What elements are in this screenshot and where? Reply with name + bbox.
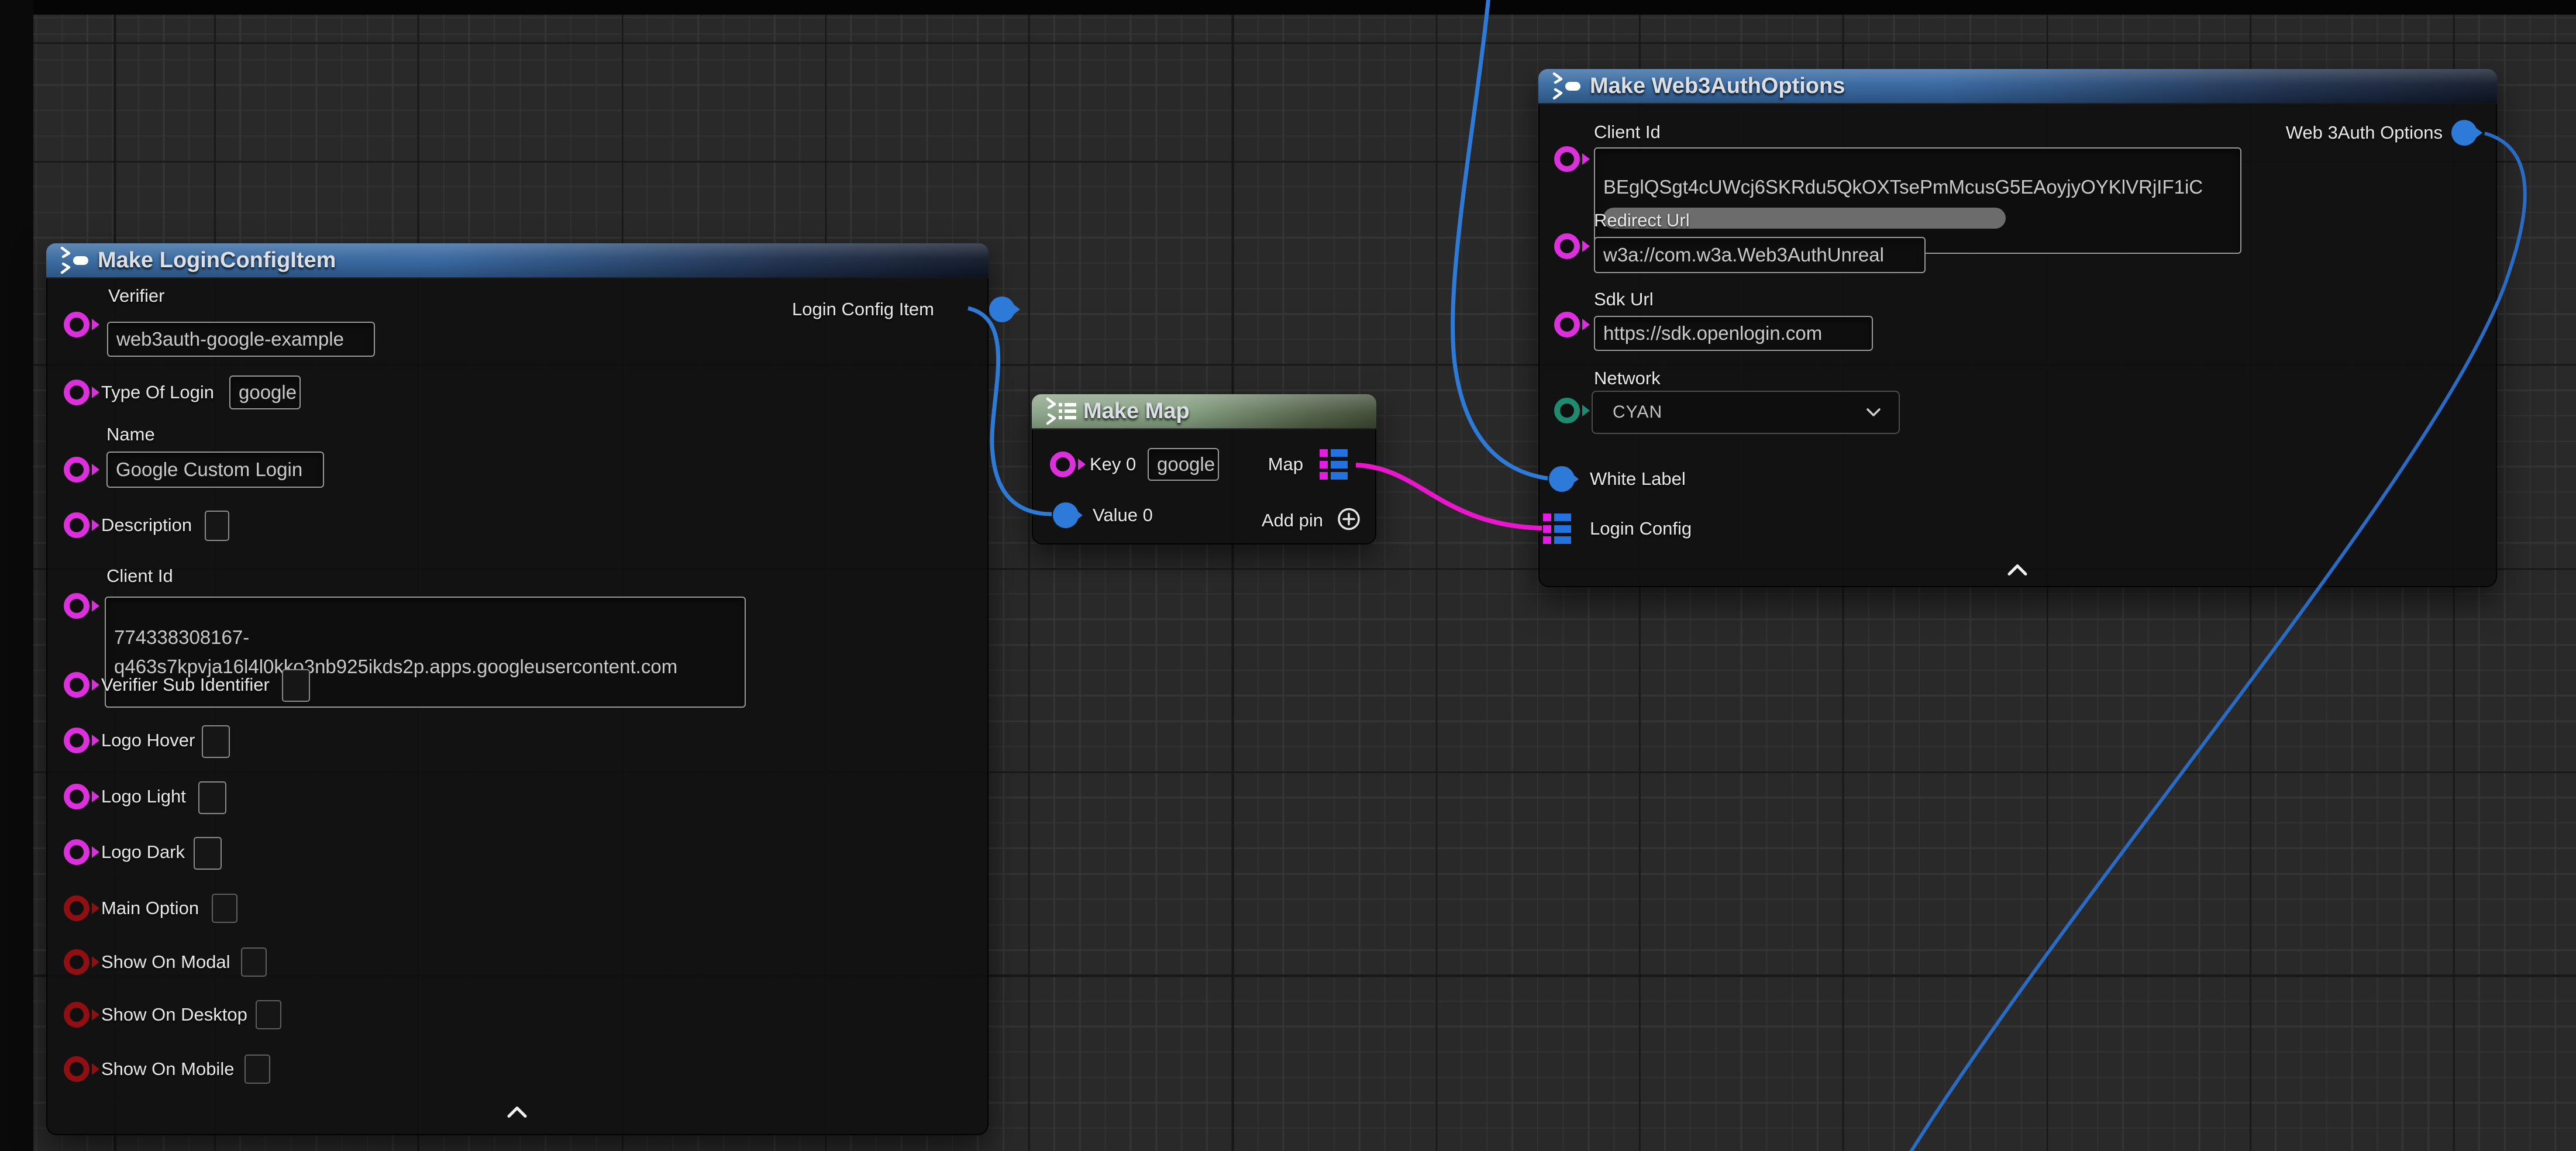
node-title: Make LoginConfigItem xyxy=(98,243,336,277)
input-pin-verifier-sub-identifier[interactable] xyxy=(64,672,89,698)
input-pin-name[interactable] xyxy=(64,457,89,483)
input-pin-sdk-url[interactable] xyxy=(1554,312,1580,337)
description-field-empty[interactable] xyxy=(205,511,229,541)
type-of-login-field[interactable]: google xyxy=(229,375,301,409)
pin-label-show-on-desktop: Show On Desktop xyxy=(101,1004,247,1025)
sdk-url-field[interactable]: https://sdk.openlogin.com xyxy=(1594,316,1873,351)
pin-label-sdk-url: Sdk Url xyxy=(1594,289,1654,310)
name-field[interactable]: Google Custom Login xyxy=(106,452,324,488)
add-pin-icon[interactable] xyxy=(1335,505,1363,536)
pin-label-value-0: Value 0 xyxy=(1093,505,1153,526)
collapse-caret-icon[interactable] xyxy=(504,1105,530,1122)
output-pin-web3auth-options[interactable] xyxy=(2451,120,2477,146)
input-pin-logo-hover[interactable] xyxy=(64,728,89,753)
pin-label-white-label: White Label xyxy=(1590,468,1686,490)
logo-light-field-empty[interactable] xyxy=(198,781,226,814)
pin-label-verifier: Verifier xyxy=(108,285,164,306)
verifier-field[interactable]: web3auth-google-example xyxy=(107,322,375,357)
node-header[interactable]: Make Map xyxy=(1032,394,1376,429)
make-struct-icon xyxy=(58,245,91,278)
input-pin-type-of-login[interactable] xyxy=(64,380,89,405)
input-pin-key-0[interactable] xyxy=(1050,452,1076,477)
redirect-url-field[interactable]: w3a://com.w3a.Web3AuthUnreal xyxy=(1594,237,1926,273)
output-pin-map[interactable] xyxy=(1320,449,1348,480)
input-pin-show-on-desktop[interactable] xyxy=(64,1002,89,1028)
input-pin-login-config[interactable] xyxy=(1543,514,1571,544)
pin-label-show-on-mobile: Show On Mobile xyxy=(101,1059,234,1080)
output-pin-label: Login Config Item xyxy=(792,299,934,320)
add-pin-label: Add pin xyxy=(1262,510,1323,531)
input-pin-client-id[interactable] xyxy=(1554,146,1580,172)
main-option-checkbox[interactable] xyxy=(212,894,237,923)
input-pin-show-on-mobile[interactable] xyxy=(64,1056,89,1082)
pin-label-logo-light: Logo Light xyxy=(101,786,186,807)
show-on-mobile-checkbox[interactable] xyxy=(244,1054,270,1084)
node-title: Make Web3AuthOptions xyxy=(1590,69,1845,103)
output-pin-label-map: Map xyxy=(1268,454,1303,475)
node-make-web3authoptions[interactable]: Make Web3AuthOptions Web 3Auth Options C… xyxy=(1538,69,2497,587)
viewport-left-edge xyxy=(0,0,33,1151)
pin-label-redirect-url: Redirect Url xyxy=(1594,210,1690,231)
pin-label-description: Description xyxy=(101,515,192,536)
verifier-sub-identifier-field-empty[interactable] xyxy=(282,669,310,702)
key-0-field[interactable]: google xyxy=(1148,448,1219,481)
pin-label-verifier-sub-identifier: Verifier Sub Identifier xyxy=(101,674,270,695)
chevron-down-icon xyxy=(1866,408,1881,417)
input-pin-verifier[interactable] xyxy=(64,312,89,337)
pin-label-type-of-login: Type Of Login xyxy=(101,382,214,403)
make-map-icon xyxy=(1044,396,1080,429)
node-make-map[interactable]: Make Map Key 0 google Map Value 0 Add pi… xyxy=(1032,394,1376,545)
pin-label-show-on-modal: Show On Modal xyxy=(101,952,230,973)
input-pin-logo-light[interactable] xyxy=(64,784,89,809)
input-pin-show-on-modal[interactable] xyxy=(64,949,89,975)
pin-label-client-id: Client Id xyxy=(1594,122,1661,143)
make-struct-icon xyxy=(1550,71,1583,104)
node-title: Make Map xyxy=(1083,394,1190,428)
node-header[interactable]: Make Web3AuthOptions xyxy=(1538,69,2497,104)
show-on-modal-checkbox[interactable] xyxy=(241,947,267,977)
network-dropdown[interactable]: CYAN xyxy=(1592,391,1900,434)
pin-label-login-config: Login Config xyxy=(1590,518,1692,539)
input-pin-description[interactable] xyxy=(64,512,89,538)
input-pin-logo-dark[interactable] xyxy=(64,839,89,865)
pin-label-client-id: Client Id xyxy=(106,566,173,587)
pin-label-key-0: Key 0 xyxy=(1090,454,1136,475)
input-pin-network[interactable] xyxy=(1554,398,1580,423)
viewport-top-edge xyxy=(0,0,2576,15)
pin-label-network: Network xyxy=(1594,368,1661,389)
collapse-caret-icon[interactable] xyxy=(2005,563,2030,580)
pin-label-logo-hover: Logo Hover xyxy=(101,730,195,751)
pin-label-name: Name xyxy=(106,424,155,445)
output-pin-login-config-item[interactable] xyxy=(989,297,1015,322)
output-pin-label: Web 3Auth Options xyxy=(2286,122,2443,143)
input-pin-white-label[interactable] xyxy=(1549,466,1575,492)
input-pin-value-0[interactable] xyxy=(1053,502,1079,528)
show-on-desktop-checkbox[interactable] xyxy=(256,1000,281,1029)
node-make-loginconfigitem[interactable]: Make LoginConfigItem Login Config Item V… xyxy=(46,243,989,1135)
input-pin-main-option[interactable] xyxy=(64,895,89,921)
input-pin-client-id[interactable] xyxy=(64,593,89,619)
logo-hover-field-empty[interactable] xyxy=(202,725,230,758)
node-header[interactable]: Make LoginConfigItem xyxy=(46,243,989,278)
pin-label-logo-dark: Logo Dark xyxy=(101,842,185,863)
pin-label-main-option: Main Option xyxy=(101,898,199,919)
input-pin-redirect-url[interactable] xyxy=(1554,233,1580,259)
logo-dark-field-empty[interactable] xyxy=(194,837,222,870)
